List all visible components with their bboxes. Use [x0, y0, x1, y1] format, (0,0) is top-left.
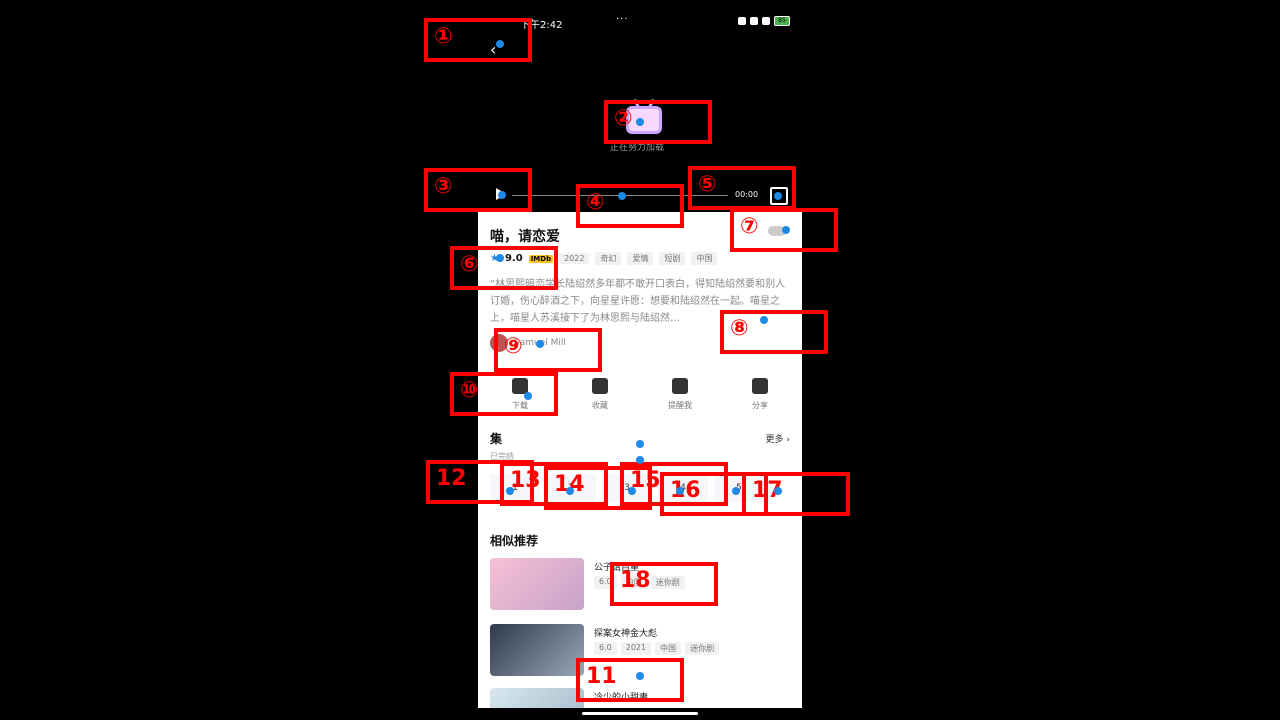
battery-icon: 85	[774, 16, 790, 26]
target-dot	[676, 487, 684, 495]
annotation-label: ⑥	[460, 252, 479, 277]
tag: 迷你剧	[685, 642, 720, 655]
home-indicator[interactable]	[582, 712, 698, 715]
target-dot	[498, 191, 506, 199]
target-dot	[774, 192, 782, 200]
annotation-label: ⑦	[740, 214, 759, 239]
annotation-label: ②	[614, 106, 633, 131]
tag: 奇幻	[595, 252, 622, 265]
annotation-label: ①	[434, 24, 453, 49]
target-dot	[566, 487, 574, 495]
remind-button[interactable]: 提醒我	[650, 378, 710, 411]
moon-icon	[738, 17, 746, 25]
tag: 2022	[559, 253, 590, 264]
target-dot	[496, 254, 504, 262]
annotation-label: 13	[510, 468, 541, 493]
target-dot	[618, 192, 626, 200]
recommend-name: 探案女神金大彪	[594, 629, 658, 639]
share-button[interactable]: 分享	[730, 378, 790, 411]
target-dot	[774, 487, 782, 495]
tag: 中国	[691, 252, 718, 265]
target-dot	[636, 672, 644, 680]
annotation-label: ⑩	[460, 378, 479, 403]
target-dot	[636, 118, 644, 126]
annotation-label: 12	[436, 466, 467, 491]
chevron-right-icon: ›	[786, 435, 790, 445]
favorite-label: 收藏	[592, 401, 608, 410]
annotation-label: 18	[620, 568, 651, 593]
target-dot	[524, 392, 532, 400]
target-dot	[536, 340, 544, 348]
tag: 6.0	[594, 642, 617, 655]
tag: 2021	[620, 642, 652, 655]
target-dot	[732, 487, 740, 495]
signal-icon	[750, 17, 758, 25]
target-dot	[496, 40, 504, 48]
wifi-icon	[762, 17, 770, 25]
share-label: 分享	[752, 401, 768, 410]
status-icons: 85	[738, 16, 790, 26]
tag: 中国	[655, 642, 682, 655]
annotation-label: ③	[434, 174, 453, 199]
recommend-tags: 6.0 2021 中国 迷你剧	[594, 642, 720, 655]
annotation-label: ⑧	[730, 316, 749, 341]
tag: 爱情	[627, 252, 654, 265]
target-dot	[760, 316, 768, 324]
target-dot	[636, 440, 644, 448]
target-dot	[628, 487, 636, 495]
annotation-label: ④	[586, 190, 605, 215]
status-bar: 下午2:42 ··· 85	[520, 14, 790, 31]
tag: 短剧	[659, 252, 686, 265]
target-dot	[636, 456, 644, 464]
annotation-label: 11	[586, 664, 617, 689]
recommend-title: 相似推荐	[490, 534, 539, 548]
more-label: 更多	[765, 435, 784, 445]
bookmark-icon	[592, 378, 608, 394]
status-more-dots: ···	[616, 14, 629, 25]
annotation-label: ⑤	[698, 172, 717, 197]
annotation-label: ⑨	[504, 334, 523, 359]
remind-label: 提醒我	[668, 401, 692, 410]
recommend-thumbnail[interactable]	[490, 558, 584, 610]
target-dot	[506, 487, 514, 495]
target-dot	[782, 226, 790, 234]
show-title: 喵，请恋爱	[490, 229, 560, 245]
more-episodes-link[interactable]: 更多 ›	[766, 432, 791, 445]
share-icon	[752, 378, 768, 394]
bell-icon	[672, 378, 688, 394]
recommend-thumbnail[interactable]	[490, 624, 584, 676]
favorite-button[interactable]: 收藏	[570, 378, 630, 411]
annotation-label: 16	[670, 478, 701, 503]
recommend-thumbnail[interactable]	[490, 688, 584, 708]
